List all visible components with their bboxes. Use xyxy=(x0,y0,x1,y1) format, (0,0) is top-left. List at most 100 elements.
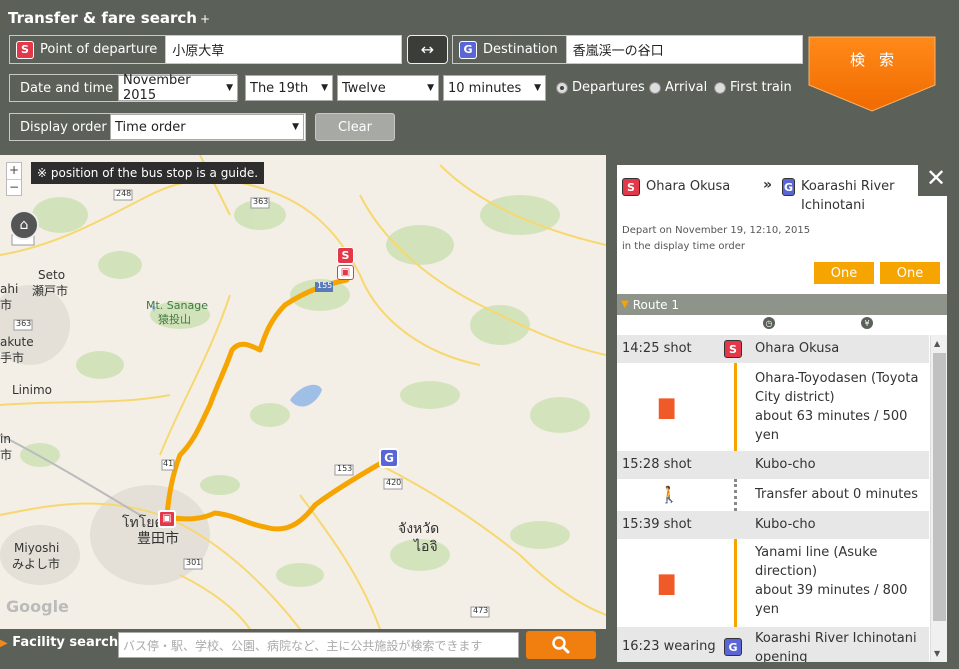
radio-departures[interactable]: Departures xyxy=(556,80,645,95)
goal-badge: G xyxy=(459,40,477,59)
month-select[interactable]: November 2015 ▼ xyxy=(118,73,238,103)
swap-button[interactable]: ↔ xyxy=(407,35,448,64)
search-button-shape xyxy=(808,36,936,112)
map-label-aichi-th: ไอจิ xyxy=(414,539,438,555)
destination-field[interactable]: G Destination 香嵐渓一の谷口 xyxy=(452,35,803,64)
map-label-toyota-jp: 豊田市 xyxy=(137,531,179,547)
timeline-line-row: ▇ Ohara-Toyodasen (Toyota City district)… xyxy=(617,363,929,451)
zoom-out-button[interactable]: − xyxy=(7,179,21,195)
road-label: 41 xyxy=(163,459,174,468)
map-label-fragment: 手市 xyxy=(0,351,25,365)
panel-from: S Ohara Okusa xyxy=(622,177,730,196)
goal-badge: G xyxy=(724,638,742,656)
page-title: Transfer & fare search + xyxy=(8,9,211,27)
scrollbar-thumb[interactable] xyxy=(933,353,946,621)
start-marker[interactable]: S xyxy=(337,247,354,264)
scroll-down-icon[interactable]: ▼ xyxy=(934,649,940,658)
clear-button[interactable]: Clear xyxy=(315,113,395,141)
bus-icon: ▇ xyxy=(659,395,675,419)
map-label-miyoshi-jp: みよし市 xyxy=(12,557,61,571)
search-icon xyxy=(552,636,570,654)
map-canvas xyxy=(0,155,606,629)
date-label: Date and time xyxy=(10,75,123,101)
facility-search-input[interactable]: バス停・駅、学校、公園、病院など、主に公共施設が検索できます xyxy=(118,632,519,658)
panel-to: G Koarashi River Ichinotani xyxy=(782,178,895,213)
dropdown-arrow-icon: ▼ xyxy=(427,83,434,93)
map-label-sanage-jp: 猿投山 xyxy=(158,313,191,326)
triangle-down-icon: ▼ xyxy=(621,299,629,310)
depart-info: Depart on November 19, 12:10, 2015 in the… xyxy=(622,225,811,252)
goal-marker[interactable]: G xyxy=(379,448,399,468)
route-header[interactable]: ▼ Route 1 xyxy=(617,294,947,315)
search-button[interactable]: 検索 xyxy=(807,35,937,113)
start-badge: S xyxy=(724,340,742,358)
road-label: 153 xyxy=(337,464,353,473)
road-label: 363 xyxy=(253,197,269,206)
home-icon[interactable]: ⌂ xyxy=(9,210,39,240)
departure-field[interactable]: S Point of departure 小原大草 xyxy=(9,35,402,64)
next-route-button[interactable]: One xyxy=(880,262,940,284)
map-label-linimo: Linimo xyxy=(12,383,52,397)
map-label-fragment: ahi xyxy=(0,282,19,296)
transfer-line xyxy=(734,479,737,511)
timeline-stop-row: 14:25 shot S Ohara Okusa xyxy=(617,335,929,363)
minute-select[interactable]: 10 minutes ▼ xyxy=(443,75,546,101)
order-label: Display order xyxy=(10,114,116,140)
timeline-transfer-row: 🚶 Transfer about 0 minutes xyxy=(617,479,929,511)
start-badge: S xyxy=(622,178,640,196)
facility-search-bar: ▶ Facility search バス停・駅、学校、公園、病院など、主に公共施… xyxy=(0,629,606,660)
map-label-fragment: 市 xyxy=(0,448,13,462)
map-guide-note: ※ position of the bus stop is a guide. xyxy=(31,162,265,184)
road-label: 155 xyxy=(317,281,333,290)
bus-icon: ▇ xyxy=(659,571,675,595)
dropdown-arrow-icon: ▼ xyxy=(292,122,299,132)
start-badge: S xyxy=(16,40,34,59)
expand-icon[interactable]: + xyxy=(200,12,210,26)
panel-scrollbar[interactable]: ▲ ▼ xyxy=(930,335,947,662)
radio-dot xyxy=(556,81,568,94)
destination-label: Destination xyxy=(483,42,558,57)
map-label-seto-jp: 瀬戸市 xyxy=(32,284,69,298)
yen-icon: ¥ xyxy=(861,317,873,329)
timeline-line-row: ▇ Yanami line (Asuke direction) about 39 … xyxy=(617,539,929,627)
road-label: 248 xyxy=(116,189,132,198)
zoom-in-button[interactable]: + xyxy=(7,163,21,179)
walking-person-icon: 🚶 xyxy=(659,485,679,504)
search-button-label: 検索 xyxy=(849,51,908,69)
radio-dot xyxy=(714,81,726,94)
bus-stop-icon[interactable]: ▣ xyxy=(337,265,354,280)
timeline-stop-row: 15:39 shot Kubo-cho xyxy=(617,511,929,539)
map-label-fragment: in xyxy=(0,432,11,446)
map-label-seto: Seto xyxy=(38,268,66,282)
timeline-stop-row: 16:23 wearing G Koarashi River Ichinotan… xyxy=(617,627,929,662)
road-label: 363 xyxy=(16,319,32,328)
radio-arrival[interactable]: Arrival xyxy=(649,80,707,95)
departure-input[interactable]: 小原大草 xyxy=(166,40,230,59)
road-label: 473 xyxy=(473,606,489,615)
destination-input[interactable]: 香嵐渓一の谷口 xyxy=(567,40,670,59)
departure-label: Point of departure xyxy=(40,42,158,57)
previous-route-button[interactable]: One xyxy=(814,262,874,284)
scroll-up-icon[interactable]: ▲ xyxy=(934,339,940,348)
dropdown-arrow-icon: ▼ xyxy=(321,83,328,93)
close-panel-button[interactable]: ✕ xyxy=(918,160,954,196)
timeline-stop-row: 15:28 shot Kubo-cho xyxy=(617,451,929,479)
map-label-nagakute: akute xyxy=(0,335,34,349)
goal-badge: G xyxy=(782,178,795,196)
day-select[interactable]: The 19th ▼ xyxy=(245,75,333,101)
google-logo: Google xyxy=(6,597,69,616)
road-label: 420 xyxy=(386,478,402,487)
triangle-icon: ▶ xyxy=(0,638,8,649)
map-label-fragment: 市 xyxy=(0,298,13,312)
radio-first-train[interactable]: First train xyxy=(714,80,792,95)
facility-search-button[interactable] xyxy=(526,631,596,659)
hour-select[interactable]: Twelve ▼ xyxy=(337,75,439,101)
route-result-panel: S Ohara Okusa » G Koarashi River Ichinotan… xyxy=(617,165,947,662)
road-label: 301 xyxy=(186,558,202,567)
map-label-miyoshi: Miyoshi xyxy=(14,541,60,555)
bus-stop-icon[interactable]: ▣ xyxy=(158,510,176,528)
route-map[interactable]: 248 363 363 155 153 420 301 473 41 Seto … xyxy=(0,155,606,629)
dropdown-arrow-icon: ▼ xyxy=(534,83,541,93)
order-select[interactable]: Time order ▼ xyxy=(110,114,304,140)
route-line xyxy=(734,539,737,627)
